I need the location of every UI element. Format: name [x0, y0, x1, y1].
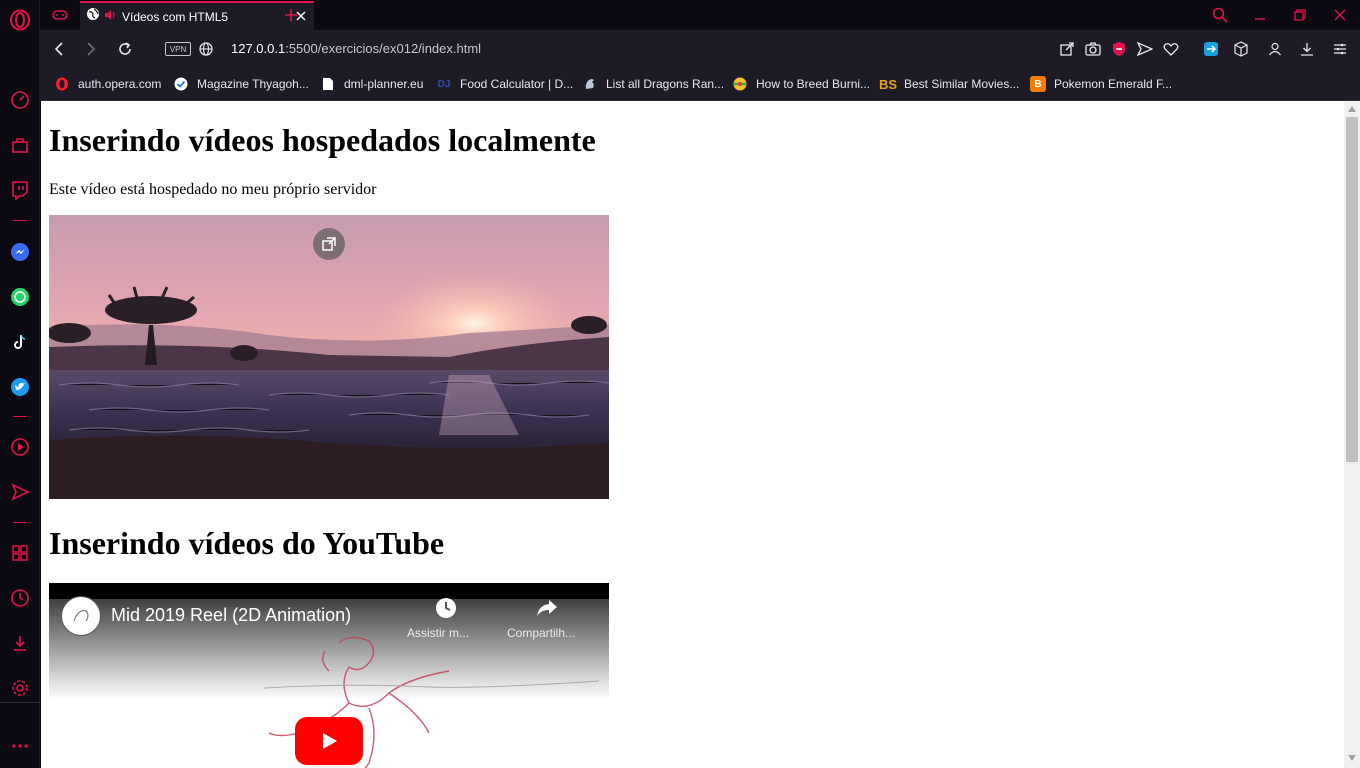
tiktok-icon[interactable]	[8, 330, 32, 354]
bookmark-breed-burning[interactable]: How to Breed Burni...	[732, 75, 870, 93]
close-window-icon[interactable]	[1330, 6, 1350, 24]
forward-icon[interactable]	[82, 40, 100, 58]
page-scrollbar[interactable]	[1344, 101, 1360, 768]
tab-bar: Vídeos com HTML5	[40, 0, 1360, 30]
bookmark-auth-opera[interactable]: auth.opera.com	[54, 75, 161, 93]
bookmark-magazine[interactable]: Magazine Thyagoh...	[173, 75, 309, 93]
account-icon[interactable]	[1266, 40, 1284, 58]
youtube-play-button[interactable]	[295, 717, 363, 765]
url-host: 127.0.0.1	[231, 41, 286, 56]
youtube-embed[interactable]: Mid 2019 Reel (2D Animation) Assistir m.…	[49, 583, 609, 768]
dj-icon: DJ	[437, 78, 451, 90]
paragraph-local-video: Este vídeo está hospedado no meu próprio…	[49, 181, 377, 198]
reload-icon[interactable]	[116, 40, 134, 58]
history-icon[interactable]	[8, 586, 32, 610]
share-icon[interactable]	[534, 595, 560, 621]
channel-avatar[interactable]	[61, 596, 101, 636]
blogger-icon: B	[1030, 76, 1046, 92]
scrollbar-thumb[interactable]	[1346, 117, 1358, 462]
bookmark-list-dragons[interactable]: List all Dragons Ran...	[582, 75, 724, 93]
bookmark-label: List all Dragons Ran...	[606, 77, 725, 91]
share-label[interactable]: Compartilh...	[507, 626, 575, 640]
snapshot-icon[interactable]	[1084, 40, 1102, 58]
extensions-cube-icon[interactable]	[1232, 40, 1250, 58]
easy-setup-menu-icon[interactable]	[1331, 40, 1349, 58]
local-video-player[interactable]	[49, 215, 609, 499]
messenger-icon[interactable]	[8, 240, 32, 264]
bookmark-label: auth.opera.com	[78, 77, 162, 91]
back-icon[interactable]	[50, 40, 68, 58]
bookmark-food-calculator[interactable]: DJ Food Calculator | D...	[436, 75, 574, 93]
translate-extension-icon[interactable]	[1202, 40, 1220, 58]
bs-icon: BS	[878, 76, 898, 92]
url-path: :5500/exercicios/ex012/index.html	[285, 41, 482, 56]
settings-icon[interactable]	[8, 676, 32, 700]
twitter-icon[interactable]	[8, 375, 32, 399]
new-tab-icon[interactable]	[282, 6, 300, 24]
tab-active[interactable]: Vídeos com HTML5	[80, 1, 314, 30]
scroll-up-arrow-icon[interactable]	[1347, 104, 1357, 114]
opera-logo-icon[interactable]	[8, 8, 32, 32]
opera-sidebar	[0, 0, 40, 768]
bookmark-label: How to Breed Burni...	[756, 77, 871, 91]
player-icon[interactable]	[8, 435, 32, 459]
url-field[interactable]: 127.0.0.1:5500/exercicios/ex012/index.ht…	[231, 41, 481, 56]
page-content: Inserindo vídeos hospedados localmente E…	[41, 101, 1344, 768]
bookmark-label: Food Calculator | D...	[460, 77, 574, 91]
gx-corner-icon[interactable]	[50, 6, 70, 24]
workspaces-icon[interactable]	[8, 541, 32, 565]
address-bar: VPN 127.0.0.1:5500/exercicios/ex012/inde…	[40, 30, 1360, 68]
watch-later-icon[interactable]	[433, 595, 459, 621]
site-info-globe-icon[interactable]	[198, 41, 214, 57]
bookmark-best-similar-movies[interactable]: BS Best Similar Movies...	[878, 75, 1020, 93]
restore-icon[interactable]	[1290, 6, 1310, 24]
check-icon	[173, 76, 189, 92]
downloads-icon[interactable]	[1298, 40, 1316, 58]
bookmarks-bar: auth.opera.com Magazine Thyagoh... dml-p…	[40, 68, 1360, 101]
more-icon[interactable]	[8, 734, 32, 758]
heading-local-videos: Inserindo vídeos hospedados localmente	[49, 122, 596, 158]
opera-icon	[54, 76, 70, 92]
bookmark-pokemon-emerald[interactable]: B Pokemon Emerald F...	[1030, 75, 1172, 93]
flow-send-icon[interactable]	[1136, 40, 1154, 58]
shopping-icon[interactable]	[8, 133, 32, 157]
bookmark-label: Magazine Thyagoh...	[197, 77, 309, 91]
send-icon[interactable]	[8, 480, 32, 504]
audio-playing-icon[interactable]	[104, 8, 116, 26]
bookmark-heart-icon[interactable]	[1162, 40, 1180, 58]
dragon-icon	[582, 76, 598, 92]
bookmark-dml-planner[interactable]: dml-planner.eu	[320, 75, 423, 93]
speed-dial-icon[interactable]	[8, 88, 32, 112]
youtube-video-title[interactable]: Mid 2019 Reel (2D Animation)	[111, 605, 351, 626]
bookmark-label: Pokemon Emerald F...	[1054, 77, 1173, 91]
whatsapp-icon[interactable]	[8, 285, 32, 309]
adblock-shield-icon[interactable]	[1110, 40, 1128, 58]
easy-setup-icon[interactable]	[1058, 40, 1076, 58]
heading-youtube-videos: Inserindo vídeos do YouTube	[49, 525, 445, 561]
tab-search-icon[interactable]	[1210, 6, 1230, 24]
picture-in-picture-icon[interactable]	[313, 228, 345, 260]
tab-title: Vídeos com HTML5	[122, 9, 229, 24]
downloads-sidebar-icon[interactable]	[8, 631, 32, 655]
twitch-icon[interactable]	[8, 178, 32, 202]
document-icon	[320, 76, 336, 92]
minimize-icon[interactable]	[1250, 6, 1270, 24]
globe-icon	[86, 7, 100, 26]
ball-icon	[732, 76, 748, 92]
bookmark-label: Best Similar Movies...	[904, 77, 1020, 91]
vpn-badge[interactable]: VPN	[165, 42, 191, 56]
bookmark-label: dml-planner.eu	[344, 77, 424, 91]
scroll-down-arrow-icon[interactable]	[1347, 753, 1357, 763]
watch-later-label[interactable]: Assistir m...	[407, 626, 469, 640]
